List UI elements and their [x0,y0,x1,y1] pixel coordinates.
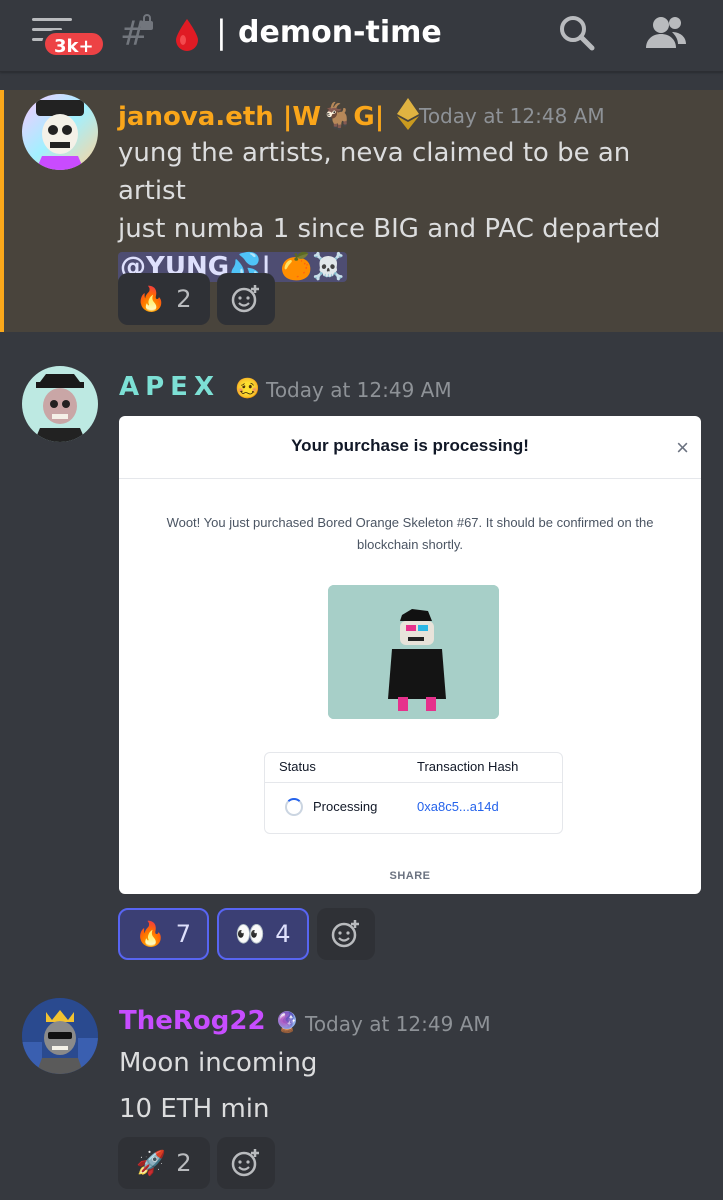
message-therog22[interactable]: TheRog22 🔮 Today at 12:49 AM Moon incomi… [0,994,723,1200]
dizzy-face-icon: 🥴 [235,376,260,400]
fire-icon: 🔥 [136,285,167,313]
members-icon[interactable] [644,14,688,56]
transaction-hash-link[interactable]: 0xa8c5...a14d [417,799,499,814]
add-reaction-icon [331,920,359,948]
divider [119,478,701,479]
message-content: Moon incoming 10 ETH min [119,1040,679,1132]
reaction-eyes[interactable]: 👀 4 [217,908,309,960]
message-line: Moon incoming [119,1048,318,1078]
message-line: yung the artists, neva claimed to be an … [118,138,631,206]
message-janova[interactable]: janova.eth |W🐐G| Today at 12:48 AM yung … [0,90,723,332]
reaction-count: 4 [275,920,291,948]
reaction-count: 7 [175,920,192,948]
add-reaction-icon [231,285,259,313]
share-button[interactable]: SHARE [119,870,701,882]
message-line-text: just numba 1 since BIG and PAC departed [118,214,661,244]
message-timestamp: Today at 12:49 AM [305,1012,491,1036]
add-reaction-button[interactable] [317,908,375,960]
reaction-count: 2 [176,1149,192,1177]
nft-image [328,585,499,719]
eyes-icon: 👀 [235,920,266,948]
transaction-table: Status Transaction Hash Processing 0xa8c… [264,752,563,834]
avatar[interactable] [22,94,98,170]
message-line: 10 ETH min [119,1094,270,1124]
rocket-icon: 🚀 [136,1149,167,1177]
crystal-ball-icon: 🔮 [274,1010,300,1034]
add-reaction-icon [231,1149,259,1177]
lock-icon [140,14,154,34]
add-reaction-button[interactable] [217,273,275,325]
message-timestamp: Today at 12:49 AM [266,378,452,402]
reaction-rocket[interactable]: 🚀 2 [118,1137,210,1189]
reaction-count: 2 [176,285,192,313]
blood-drop-icon [174,18,200,56]
author-name[interactable]: janova.eth |W🐐G| [118,102,384,132]
message-author[interactable]: janova.eth |W🐐G| [118,98,420,137]
fire-icon: 🔥 [135,920,166,948]
message-content: yung the artists, neva claimed to be an … [118,134,698,286]
channel-separator: | [216,13,227,51]
avatar[interactable] [22,366,98,442]
close-icon: × [676,435,689,460]
status-value: Processing [313,799,378,814]
table-divider [265,782,562,783]
loading-spinner-icon [285,798,303,816]
author-name[interactable]: TheRog22 [119,1006,266,1036]
channel-name: demon-time [238,15,442,50]
message-author[interactable]: APEX 🥴 [119,372,260,402]
modal-description: Woot! You just purchased Bored Orange Sk… [166,515,654,552]
avatar[interactable] [22,998,98,1074]
reaction-fire[interactable]: 🔥 7 [118,908,209,960]
message-timestamp: Today at 12:48 AM [419,104,605,128]
modal-title: Your purchase is processing! [291,436,529,455]
table-header-status: Status [279,759,316,774]
search-icon[interactable] [558,14,596,56]
ethereum-icon [397,98,420,137]
reaction-fire[interactable]: 🔥 2 [118,273,210,325]
channel-header: 3k+ # | demon-time [0,0,723,72]
add-reaction-button[interactable] [217,1137,275,1189]
notification-badge: 3k+ [42,30,106,58]
message-author[interactable]: TheRog22 🔮 [119,1006,300,1036]
author-name[interactable]: APEX [119,372,220,402]
attached-image-purchase-modal[interactable]: Your purchase is processing! × Woot! You… [119,416,701,894]
table-header-hash: Transaction Hash [417,759,519,774]
